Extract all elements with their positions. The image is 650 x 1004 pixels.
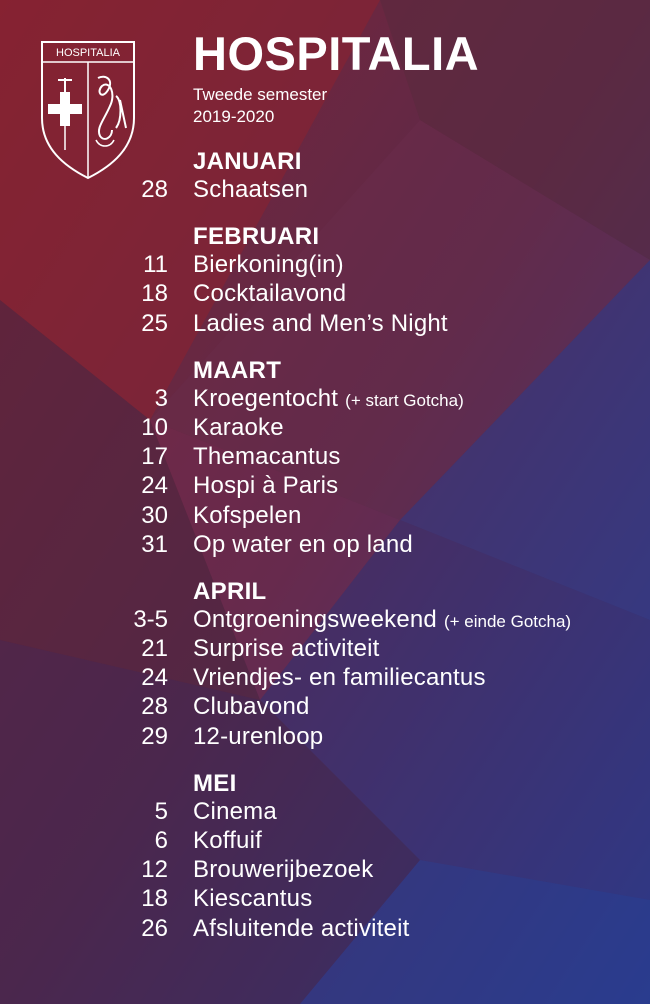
event-name: Themacantus bbox=[193, 443, 341, 471]
event-day: 3 bbox=[154, 384, 168, 412]
event-note: (+ start Gotcha) bbox=[345, 390, 464, 410]
event-row: 24 Hospi à Paris bbox=[0, 472, 650, 501]
event-day: 30 bbox=[141, 501, 168, 529]
event-day: 24 bbox=[141, 664, 168, 692]
event-name: Kiescantus bbox=[193, 885, 313, 913]
event-row: 24 Vriendjes- en familiecantus bbox=[0, 664, 650, 693]
event-name: Surprise activiteit bbox=[193, 635, 380, 663]
event-name: Op water en op land bbox=[193, 530, 413, 558]
event-row: 29 12-urenloop bbox=[0, 723, 650, 752]
event-name: Hospi à Paris bbox=[193, 472, 339, 500]
event-name: Kofspelen bbox=[193, 501, 302, 529]
month-section: MAART 3 Kroegentocht (+ start Gotcha) 10… bbox=[0, 357, 650, 560]
event-name: Clubavond bbox=[193, 693, 310, 721]
event-name: Bierkoning(in) bbox=[193, 251, 344, 279]
month-name: MAART bbox=[193, 356, 282, 384]
event-day: 21 bbox=[141, 635, 168, 663]
event-note: (+ einde Gotcha) bbox=[443, 611, 572, 631]
event-row: 3-5 Ontgroeningsweekend (+ einde Gotcha) bbox=[0, 606, 650, 635]
event-day: 31 bbox=[141, 530, 168, 558]
event-day: 18 bbox=[141, 280, 168, 308]
subtitle: Tweede semester 2019-2020 bbox=[193, 84, 327, 128]
event-name: 12-urenloop bbox=[193, 722, 324, 750]
event-day: 3-5 bbox=[133, 605, 168, 633]
event-name: Schaatsen bbox=[193, 176, 309, 203]
event-name: Karaoke bbox=[193, 413, 284, 441]
event-day: 10 bbox=[141, 413, 168, 441]
event-name: Koffuif bbox=[193, 827, 263, 854]
month-name: APRIL bbox=[193, 577, 267, 605]
event-name: Ladies and Men’s Night bbox=[193, 309, 448, 337]
event-name: Afsluitende activiteit bbox=[193, 914, 410, 942]
event-day: 12 bbox=[141, 856, 168, 884]
event-row: 17 Themacantus bbox=[0, 443, 650, 472]
semester-label: Tweede semester bbox=[193, 85, 328, 104]
event-day: 18 bbox=[141, 885, 168, 913]
event-row: 10 Karaoke bbox=[0, 414, 650, 443]
event-row: 11 Bierkoning(in) bbox=[0, 251, 650, 280]
month-section: MEI 5 Cinema 6 Koffuif 12 Brouwerijbezoe… bbox=[0, 770, 650, 944]
crest-label: HOSPITALIA bbox=[56, 47, 121, 59]
event-name: Kroegentocht bbox=[193, 384, 339, 412]
event-day: 24 bbox=[141, 472, 168, 500]
event-row: 12 Brouwerijbezoek bbox=[0, 856, 650, 885]
event-row: 5 Cinema bbox=[0, 798, 650, 827]
event-row: 26 Afsluitende activiteit bbox=[0, 915, 650, 944]
event-day: 29 bbox=[141, 722, 168, 750]
event-day: 28 bbox=[141, 693, 168, 721]
month-name: MEI bbox=[193, 769, 237, 797]
page-title: HOSPITALIA bbox=[193, 27, 480, 80]
month-section: JANUARI 28 Schaatsen bbox=[0, 148, 650, 205]
month-name: JANUARI bbox=[193, 148, 302, 175]
event-name: Ontgroeningsweekend bbox=[193, 605, 437, 633]
event-day: 28 bbox=[141, 176, 168, 203]
event-row: 30 Kofspelen bbox=[0, 502, 650, 531]
event-row: 28 Clubavond bbox=[0, 693, 650, 722]
event-row: 25 Ladies and Men’s Night bbox=[0, 310, 650, 339]
event-name: Brouwerijbezoek bbox=[193, 856, 374, 884]
event-row: 3 Kroegentocht (+ start Gotcha) bbox=[0, 385, 650, 414]
event-row: 6 Koffuif bbox=[0, 827, 650, 856]
event-day: 17 bbox=[141, 443, 168, 471]
event-day: 25 bbox=[141, 309, 168, 337]
event-name: Cinema bbox=[193, 797, 277, 825]
month-section: APRIL 3-5 Ontgroeningsweekend (+ einde G… bbox=[0, 578, 650, 752]
event-day: 6 bbox=[154, 827, 168, 854]
event-row: 18 Kiescantus bbox=[0, 885, 650, 914]
month-name: FEBRUARI bbox=[193, 223, 320, 251]
poster: { "header": { "crest_label": "HOSPITALIA… bbox=[0, 0, 650, 1004]
content: HOSPITALIA HOSPITALIA Tweede semester 20… bbox=[0, 0, 650, 1004]
event-row: 21 Surprise activiteit bbox=[0, 635, 650, 664]
event-row: 31 Op water en op land bbox=[0, 531, 650, 560]
event-day: 26 bbox=[141, 914, 168, 942]
event-name: Cocktailavond bbox=[193, 280, 347, 308]
event-name: Vriendjes- en familiecantus bbox=[193, 664, 486, 692]
event-day: 5 bbox=[154, 797, 168, 825]
year-label: 2019-2020 bbox=[193, 107, 275, 127]
month-section: FEBRUARI 11 Bierkoning(in) 18 Cocktailav… bbox=[0, 223, 650, 339]
schedule: JANUARI 28 Schaatsen FEBRUARI 11 Bierkon… bbox=[0, 148, 650, 962]
event-row: 28 Schaatsen bbox=[0, 176, 650, 205]
event-day: 11 bbox=[143, 251, 168, 279]
event-row: 18 Cocktailavond bbox=[0, 280, 650, 309]
